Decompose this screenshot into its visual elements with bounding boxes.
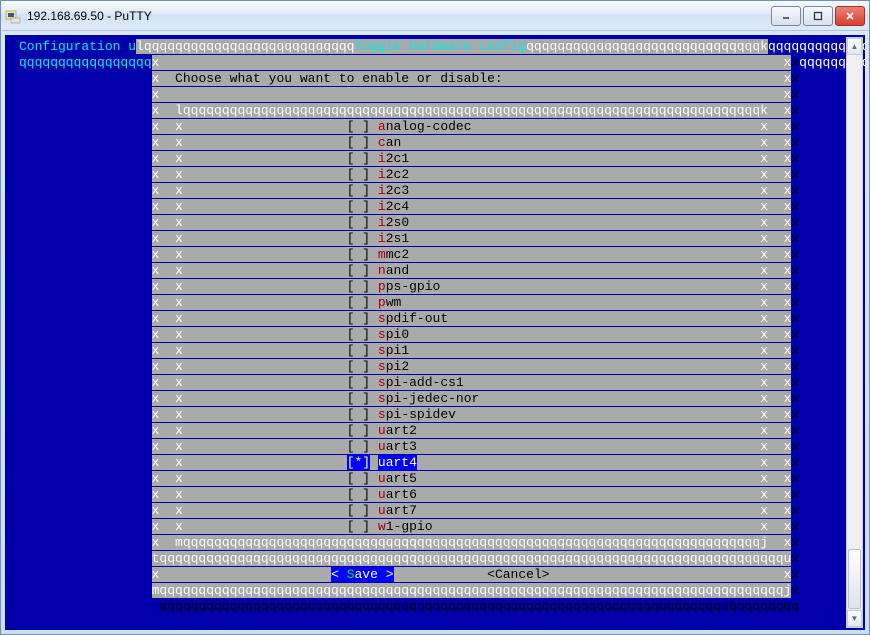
checkbox-i2c2[interactable]: [ ] <box>347 167 370 182</box>
checkbox-pwm[interactable]: [ ] <box>347 295 370 310</box>
checkbox-w1-gpio[interactable]: [ ] <box>347 519 370 534</box>
checkbox-nand[interactable]: [ ] <box>347 263 370 278</box>
checkbox-spi-spidev[interactable]: [ ] <box>347 407 370 422</box>
putty-icon <box>5 8 21 24</box>
option-spi2[interactable]: s <box>378 359 386 374</box>
checkbox-spdif-out[interactable]: [ ] <box>347 311 370 326</box>
checkbox-analog-codec[interactable]: [ ] <box>347 119 370 134</box>
option-uart4[interactable]: uart4 <box>378 455 417 470</box>
option-i2s1[interactable]: i <box>378 231 386 246</box>
titlebar[interactable]: 192.168.69.50 - PuTTY <box>1 1 869 31</box>
checkbox-uart2[interactable]: [ ] <box>347 423 370 438</box>
option-uart5[interactable]: u <box>378 471 386 486</box>
checkbox-i2s1[interactable]: [ ] <box>347 231 370 246</box>
checkbox-i2c3[interactable]: [ ] <box>347 183 370 198</box>
checkbox-uart4[interactable]: [*] <box>347 455 370 470</box>
option-i2c4[interactable]: i <box>378 199 386 214</box>
checkbox-i2s0[interactable]: [ ] <box>347 215 370 230</box>
minimize-button[interactable] <box>771 6 801 26</box>
option-spi1[interactable]: s <box>378 343 386 358</box>
checkbox-i2c1[interactable]: [ ] <box>347 151 370 166</box>
checkbox-spi-add-cs1[interactable]: [ ] <box>347 375 370 390</box>
checkbox-uart6[interactable]: [ ] <box>347 487 370 502</box>
checkbox-i2c4[interactable]: [ ] <box>347 199 370 214</box>
maximize-button[interactable] <box>803 6 833 26</box>
cancel-button[interactable]: <Cancel> <box>487 567 549 582</box>
option-spdif-out[interactable]: s <box>378 311 386 326</box>
checkbox-spi-jedec-nor[interactable]: [ ] <box>347 391 370 406</box>
option-spi-add-cs1[interactable]: s <box>378 375 386 390</box>
option-w1-gpio[interactable]: w <box>378 519 386 534</box>
checkbox-spi2[interactable]: [ ] <box>347 359 370 374</box>
scroll-down-icon[interactable]: ▼ <box>847 610 862 627</box>
scrollbar[interactable]: ▲ ▼ <box>846 37 863 628</box>
option-i2s0[interactable]: i <box>378 215 386 230</box>
option-uart6[interactable]: u <box>378 487 386 502</box>
scroll-up-icon[interactable]: ▲ <box>847 38 862 55</box>
option-pps-gpio[interactable]: p <box>378 279 386 294</box>
checkbox-pps-gpio[interactable]: [ ] <box>347 279 370 294</box>
checkbox-uart3[interactable]: [ ] <box>347 439 370 454</box>
option-i2c2[interactable]: i <box>378 167 386 182</box>
checkbox-uart7[interactable]: [ ] <box>347 503 370 518</box>
putty-window: 192.168.69.50 - PuTTY Configuration ulqq… <box>0 0 870 635</box>
checkbox-can[interactable]: [ ] <box>347 135 370 150</box>
option-i2c3[interactable]: i <box>378 183 386 198</box>
checkbox-mmc2[interactable]: [ ] <box>347 247 370 262</box>
option-uart3[interactable]: u <box>378 439 386 454</box>
close-button[interactable] <box>835 6 865 26</box>
option-i2c1[interactable]: i <box>378 151 386 166</box>
checkbox-spi1[interactable]: [ ] <box>347 343 370 358</box>
terminal-area[interactable]: Configuration ulqqqqqqqqqqqqqqqqqqqqqqqq… <box>5 35 865 630</box>
option-can[interactable]: c <box>378 135 386 150</box>
option-spi-jedec-nor[interactable]: s <box>378 391 386 406</box>
option-uart2[interactable]: u <box>378 423 386 438</box>
option-uart7[interactable]: u <box>378 503 386 518</box>
checkbox-uart5[interactable]: [ ] <box>347 471 370 486</box>
scroll-thumb[interactable] <box>848 549 861 609</box>
option-spi-spidev[interactable]: s <box>378 407 386 422</box>
option-nand[interactable]: n <box>378 263 386 278</box>
option-analog-codec[interactable]: a <box>378 119 386 134</box>
option-mmc2[interactable]: m <box>378 247 386 262</box>
checkbox-spi0[interactable]: [ ] <box>347 327 370 342</box>
save-button[interactable]: < Save > <box>331 567 393 582</box>
option-spi0[interactable]: s <box>378 327 386 342</box>
option-pwm[interactable]: p <box>378 295 386 310</box>
window-title: 192.168.69.50 - PuTTY <box>27 9 771 23</box>
